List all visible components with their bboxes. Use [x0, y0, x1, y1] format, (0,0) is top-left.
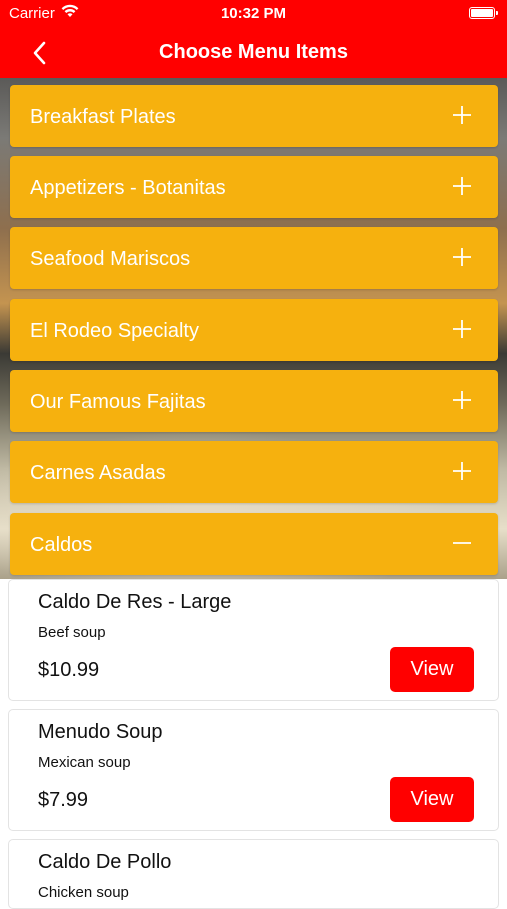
category-carnes-asadas[interactable]: Carnes Asadas — [10, 441, 498, 503]
plus-icon — [452, 390, 472, 410]
category-appetizers[interactable]: Appetizers - Botanitas — [10, 156, 498, 218]
item-description: Mexican soup — [38, 754, 131, 771]
plus-icon — [452, 176, 472, 196]
category-label: Breakfast Plates — [30, 106, 176, 128]
plus-icon — [452, 461, 472, 481]
category-caldos[interactable]: Caldos — [10, 513, 498, 575]
category-label: Our Famous Fajitas — [30, 391, 206, 413]
category-el-rodeo-specialty[interactable]: El Rodeo Specialty — [10, 299, 498, 361]
menu-item-card: Caldo De Pollo Chicken soup — [8, 839, 499, 909]
minus-icon — [452, 533, 472, 553]
battery-icon — [469, 7, 498, 19]
category-label: Carnes Asadas — [30, 462, 166, 484]
background-photo: Breakfast Plates Appetizers - Botanitas … — [0, 78, 507, 579]
item-description: Chicken soup — [38, 884, 129, 901]
item-name: Caldo De Pollo — [38, 851, 172, 873]
item-description: Beef soup — [38, 624, 106, 641]
plus-icon — [452, 247, 472, 267]
category-seafood[interactable]: Seafood Mariscos — [10, 227, 498, 289]
category-label: Caldos — [30, 534, 93, 556]
category-label: Appetizers - Botanitas — [30, 177, 226, 199]
status-bar: Carrier 10:32 PM — [0, 0, 507, 28]
category-label: Seafood Mariscos — [30, 248, 191, 270]
plus-icon — [452, 319, 472, 339]
view-button[interactable]: View — [390, 777, 474, 822]
view-button[interactable]: View — [390, 647, 474, 692]
plus-icon — [452, 105, 472, 125]
item-name: Menudo Soup — [38, 721, 163, 743]
category-breakfast-plates[interactable]: Breakfast Plates — [10, 85, 498, 147]
item-price: $10.99 — [38, 659, 100, 681]
item-price: $7.99 — [38, 789, 89, 811]
menu-item-card: Menudo Soup Mexican soup $7.99 View — [8, 709, 499, 831]
page-title: Choose Menu Items — [159, 41, 348, 63]
category-label: El Rodeo Specialty — [30, 320, 199, 342]
clock: 10:32 PM — [220, 5, 287, 22]
menu-item-card: Caldo De Res - Large Beef soup $10.99 Vi… — [8, 579, 499, 701]
category-fajitas[interactable]: Our Famous Fajitas — [10, 370, 498, 432]
menu-item-list: Caldo De Res - Large Beef soup $10.99 Vi… — [0, 579, 507, 909]
navigation-bar: Choose Menu Items — [0, 28, 507, 78]
item-name: Caldo De Res - Large — [38, 591, 232, 613]
